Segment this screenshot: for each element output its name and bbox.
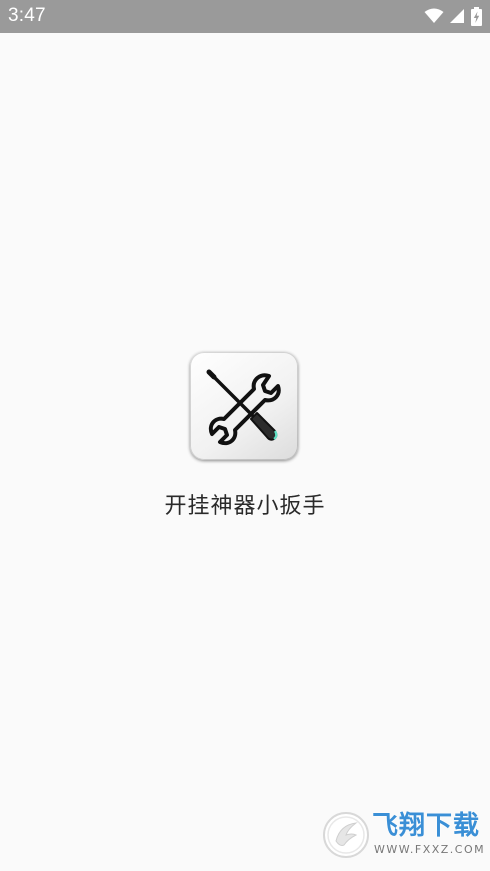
signal-icon xyxy=(450,8,465,24)
status-icons xyxy=(424,6,482,26)
fxxz-logo-icon xyxy=(323,812,369,858)
wifi-icon xyxy=(424,8,444,24)
status-time: 3:47 xyxy=(8,5,46,26)
watermark: 飞翔下载 WWW.FXXZ.COM xyxy=(322,811,486,861)
app-icon xyxy=(190,352,298,460)
battery-charging-icon xyxy=(471,6,482,26)
watermark-title: 飞翔下载 xyxy=(372,811,481,841)
wrench-screwdriver-icon xyxy=(206,369,281,446)
watermark-url: WWW.FXXZ.COM xyxy=(374,843,486,856)
app-name: 开挂神器小扳手 xyxy=(164,494,326,519)
splash-screen: 开挂神器小扳手 xyxy=(0,33,490,871)
status-bar: 3:47 xyxy=(0,0,490,33)
